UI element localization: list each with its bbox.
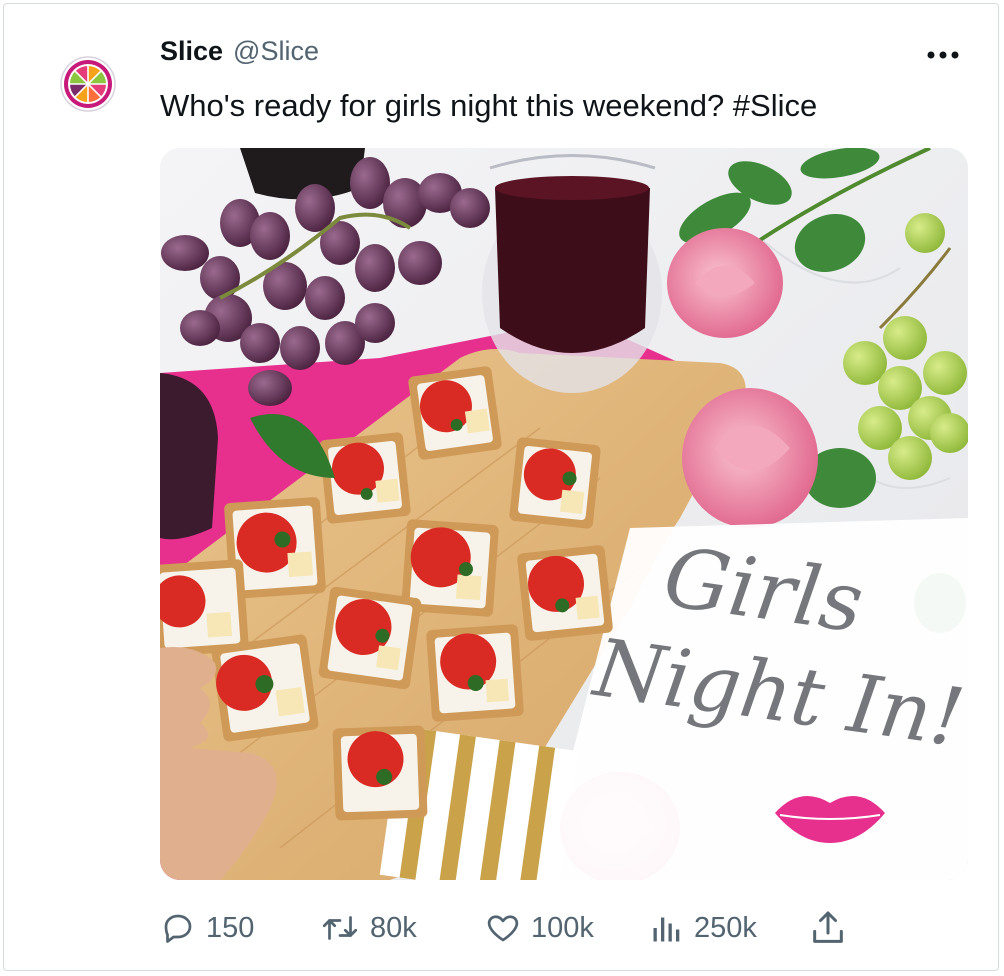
girls-night-photo: Girls Night In! bbox=[160, 148, 968, 880]
tweet-card[interactable]: Slice @Slice Who's ready for girls night… bbox=[3, 3, 999, 971]
reply-count: 150 bbox=[206, 911, 255, 944]
tweet-media-image[interactable]: Girls Night In! bbox=[160, 148, 968, 880]
more-options-button[interactable] bbox=[920, 38, 966, 72]
share-icon bbox=[808, 908, 848, 948]
retweet-icon bbox=[320, 910, 360, 946]
slice-logo-icon bbox=[59, 55, 117, 113]
views-count: 250k bbox=[694, 911, 757, 944]
like-button[interactable]: 100k bbox=[485, 900, 594, 956]
views-button[interactable]: 250k bbox=[650, 900, 757, 956]
tweet-header: Slice @Slice bbox=[160, 36, 319, 72]
tweet-text: Who's ready for girls night this weekend… bbox=[160, 88, 818, 123]
avatar[interactable] bbox=[59, 55, 117, 113]
share-button[interactable] bbox=[808, 900, 848, 956]
tweet-actions: 150 80k 100k 250k bbox=[160, 900, 860, 956]
display-name[interactable]: Slice bbox=[160, 36, 223, 67]
views-bar-chart-icon bbox=[650, 910, 684, 946]
retweet-button[interactable]: 80k bbox=[320, 900, 417, 956]
reply-icon bbox=[160, 910, 196, 946]
more-horizontal-icon bbox=[927, 51, 959, 59]
like-count: 100k bbox=[531, 911, 594, 944]
reply-button[interactable]: 150 bbox=[160, 900, 254, 956]
user-handle[interactable]: @Slice bbox=[233, 36, 319, 67]
heart-icon bbox=[485, 910, 521, 946]
retweet-count: 80k bbox=[370, 911, 417, 944]
